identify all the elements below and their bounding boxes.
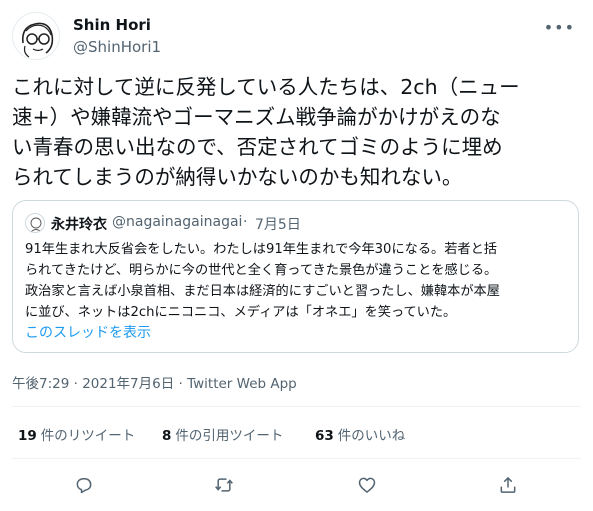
- retweets-label: 件のリツイート: [40, 428, 136, 444]
- like-icon: [358, 477, 376, 493]
- quotes-stat[interactable]: 8 件の引用ツイート: [162, 424, 283, 444]
- reply-icon: [76, 478, 92, 494]
- quoted-author-handle: @nagainagainagai: [112, 214, 243, 230]
- tweet-actions: [0, 470, 593, 500]
- likes-label: 件のいいね: [337, 428, 406, 444]
- share-button[interactable]: [493, 470, 523, 500]
- quoted-author-avatar: [25, 213, 45, 233]
- quoted-avatar-icon: [30, 217, 42, 232]
- show-thread-link[interactable]: このスレッドを表示: [25, 322, 151, 342]
- likes-stat[interactable]: 63 件のいいね: [315, 424, 405, 444]
- quoted-tweet[interactable]: 永井玲衣 @nagainagainagai · 7月5日 91年生まれ大反省会を…: [12, 200, 579, 353]
- divider: [12, 458, 581, 459]
- retweets-count: 19: [18, 428, 37, 444]
- author-handle[interactable]: @ShinHori1: [73, 38, 161, 56]
- reply-button[interactable]: [69, 470, 99, 500]
- tweet-timestamp[interactable]: 午後7:29 · 2021年7月6日 · Twitter Web App: [12, 372, 297, 392]
- quotes-count: 8: [162, 428, 172, 444]
- like-button[interactable]: [352, 470, 382, 500]
- share-icon: [500, 476, 516, 493]
- retweets-stat[interactable]: 19 件のリツイート: [18, 424, 135, 444]
- avatar-sketch-icon: [21, 22, 54, 58]
- quoted-text: 91年生まれ大反省会をしたい。わたしは91年生まれで今年30になる。若者と括 ら…: [25, 242, 500, 320]
- divider: [12, 406, 581, 407]
- tweet-header: Shin Hori @ShinHori1 •••: [12, 10, 581, 62]
- author-name[interactable]: Shin Hori: [73, 16, 151, 34]
- quotes-label: 件の引用ツイート: [175, 428, 284, 444]
- author-avatar[interactable]: [12, 12, 60, 60]
- retweet-icon: [215, 478, 233, 492]
- tweet-text: これに対して逆に反発している人たちは、2ch（ニュー 速+）や嫌韓流やゴーマニズ…: [12, 75, 520, 189]
- quoted-separator: ·: [243, 214, 248, 230]
- retweet-button[interactable]: [209, 470, 239, 500]
- more-icon[interactable]: •••: [544, 18, 575, 37]
- quoted-date: 7月5日: [255, 217, 301, 233]
- likes-count: 63: [315, 428, 334, 444]
- quoted-author-name: 永井玲衣: [51, 217, 107, 233]
